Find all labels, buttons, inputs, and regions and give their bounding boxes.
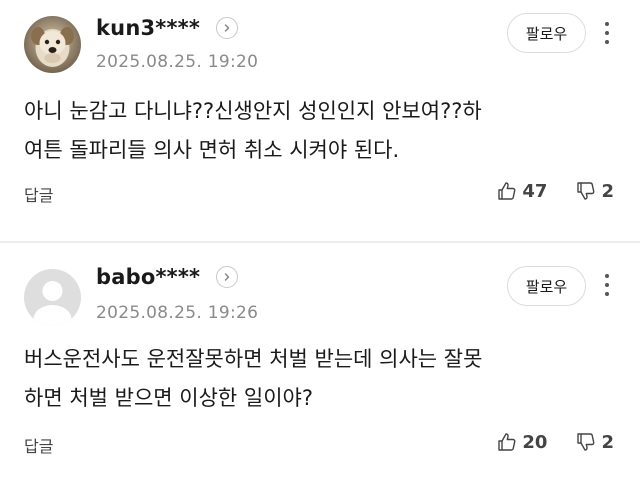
thumbs-down-icon <box>577 433 595 451</box>
chevron-right-icon[interactable] <box>216 17 239 39</box>
reactions: 20 2 <box>496 431 614 453</box>
more-options-icon[interactable] <box>600 270 614 300</box>
like-count: 20 <box>522 431 548 453</box>
follow-button[interactable]: 팔로우 <box>507 13 586 53</box>
comment-line: 아니 눈감고 다니냐??신생안지 성인인지 안보여??하 <box>24 99 482 123</box>
dog-avatar-icon <box>24 16 81 73</box>
chevron-right-icon[interactable] <box>216 266 239 288</box>
like-button[interactable]: 47 <box>496 180 547 202</box>
like-button[interactable]: 20 <box>496 431 547 453</box>
comment-body: 아니 눈감고 다니냐??신생안지 성인인지 안보여??하 여튼 돌파리들 의사 … <box>24 92 604 170</box>
reply-button[interactable]: 답글 <box>24 182 53 206</box>
comment-item: kun3**** 2025.08.25. 19:20 팔로우 아니 눈감고 다니… <box>0 0 640 242</box>
avatar[interactable] <box>24 16 81 73</box>
timestamp: 2025.08.25. 19:26 <box>96 303 259 323</box>
timestamp: 2025.08.25. 19:20 <box>96 52 259 72</box>
more-options-icon[interactable] <box>600 18 614 48</box>
comment-body: 버스운전사도 운전잘못하면 처벌 받는데 의사는 잘못 하면 처벌 받으면 이상… <box>24 340 604 418</box>
reply-button[interactable]: 답글 <box>24 433 53 457</box>
dislike-button[interactable]: 2 <box>575 180 614 202</box>
reactions: 47 2 <box>496 180 614 202</box>
avatar[interactable] <box>24 269 81 326</box>
username-row: kun3**** <box>96 16 239 40</box>
dislike-count: 2 <box>601 180 614 202</box>
username[interactable]: babo**** <box>96 265 200 289</box>
thumbs-down-icon <box>577 182 595 200</box>
comment-line: 여튼 돌파리들 의사 면허 취소 시켜야 된다. <box>24 138 400 162</box>
comment-line: 하면 처벌 받으면 이상한 일이야? <box>24 386 314 410</box>
thumbs-up-icon <box>498 433 516 451</box>
username[interactable]: kun3**** <box>96 16 200 40</box>
like-count: 47 <box>522 180 548 202</box>
dislike-count: 2 <box>601 431 614 453</box>
comment-line: 버스운전사도 운전잘못하면 처벌 받는데 의사는 잘못 <box>24 347 483 371</box>
username-row: babo**** <box>96 265 239 289</box>
follow-button[interactable]: 팔로우 <box>507 266 586 306</box>
comment-item: babo**** 2025.08.25. 19:26 팔로우 버스운전사도 운전… <box>0 243 640 481</box>
thumbs-up-icon <box>498 182 516 200</box>
dislike-button[interactable]: 2 <box>575 431 614 453</box>
default-user-icon <box>24 269 81 326</box>
